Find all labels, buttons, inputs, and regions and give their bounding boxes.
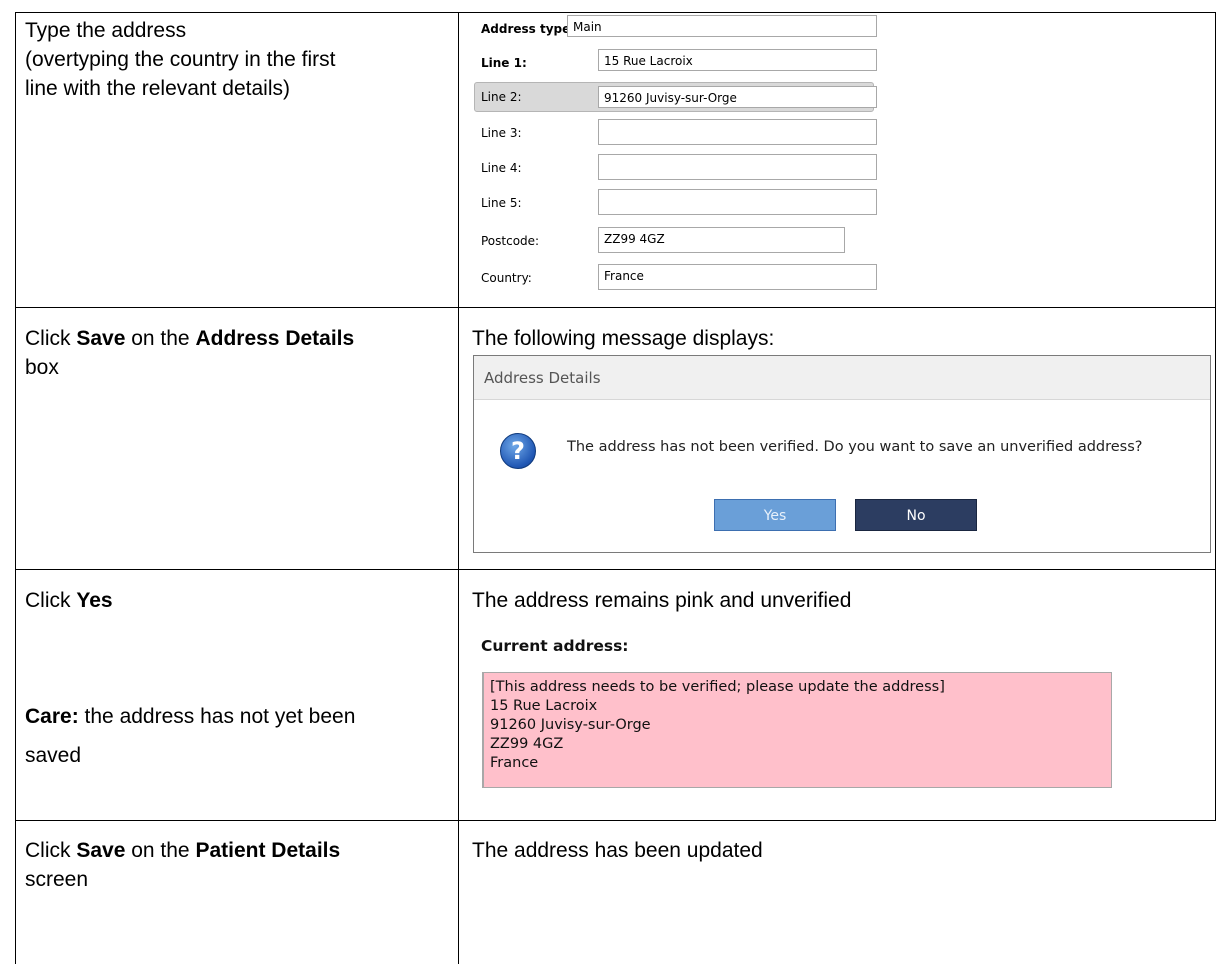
table-border-middle [458,12,459,964]
current-address-heading: Current address: [481,637,629,655]
row3-care-line1: Care: the address has not yet been [25,702,355,731]
address-details-dialog: Address Details ? The address has not be… [473,355,1211,553]
dialog-title: Address Details [474,356,1210,400]
row3-care-text: the address has not yet been [78,705,356,728]
row4-instruction-line1: Click Save on the Patient Details [25,836,340,865]
table-border-row2 [15,569,1215,570]
row3-click-text: Click [25,589,77,612]
address-form: Address type: Main Line 1: 15 Rue Lacroi… [472,14,877,306]
postcode-field[interactable]: ZZ99 4GZ [598,227,845,253]
row4-instruction-line2: screen [25,868,89,891]
row4-on-the-text: on the [125,839,196,862]
yes-button[interactable]: Yes [714,499,836,531]
row3-care-line2: saved [25,744,82,767]
row1-instruction-line1: Type the address [25,19,187,42]
line1-row: Line 1: 15 Rue Lacroix [472,48,877,78]
row4-result: The address has been updated [472,839,763,862]
row2-instruction-line1: Click Save on the Address Details [25,324,354,353]
address-line: France [490,755,539,771]
row2-instruction: Click Save on the Address Details box [25,324,354,382]
table-border-row3 [15,820,1215,821]
table-border-top [15,12,1215,13]
line3-label: Line 3: [481,126,522,140]
no-button[interactable]: No [855,499,977,531]
table-border-row1 [15,307,1215,308]
row3-care-note: Care: the address has not yet been saved [25,702,355,770]
country-label: Country: [481,271,532,285]
dialog-message: The address has not been verified. Do yo… [567,439,1143,455]
line1-field[interactable]: 15 Rue Lacroix [598,49,877,71]
line5-row: Line 5: [472,188,877,218]
address-type-row: Address type: Main [472,14,877,44]
address-type-field[interactable]: Main [567,15,877,37]
row2-result: The following message displays: [472,327,775,350]
address-line: ZZ99 4GZ [490,736,564,752]
address-line: 15 Rue Lacroix [490,698,598,714]
row4-instruction: Click Save on the Patient Details screen [25,836,340,894]
address-type-label: Address type: [481,22,576,36]
line5-label: Line 5: [481,196,522,210]
row2-address-details-text: Address Details [195,327,355,350]
line3-row: Line 3: [472,118,877,148]
line1-label: Line 1: [481,56,527,70]
row2-save-text: Save [76,327,126,350]
current-address-box[interactable]: [This address needs to be verified; plea… [482,672,1112,788]
row1-instruction: Type the address (overtyping the country… [25,16,335,103]
table-border-right-lower [1215,569,1216,821]
row3-yes-text: Yes [76,589,113,612]
line5-field[interactable] [598,189,877,215]
row1-instruction-line2: (overtyping the country in the first [25,48,336,71]
country-field[interactable]: France [598,264,877,290]
row3-result: The address remains pink and unverified [472,589,852,612]
line2-field[interactable]: 91260 Juvisy-sur-Orge [598,86,877,108]
row1-instruction-line3: line with the relevant details) [25,77,290,100]
row2-instruction-line2: box [25,356,59,379]
table-border-left [15,12,16,964]
line2-label: Line 2: [481,90,522,104]
address-line: [This address needs to be verified; plea… [490,679,945,695]
row3-instruction: Click Yes [25,586,113,615]
row3-instruction-line1: Click Yes [25,586,113,615]
line4-label: Line 4: [481,161,522,175]
table-border-right [1215,12,1216,570]
line4-field[interactable] [598,154,877,180]
line3-field[interactable] [598,119,877,145]
postcode-row: Postcode: ZZ99 4GZ [472,226,877,256]
row4-patient-details-text: Patient Details [195,839,341,862]
question-icon: ? [500,433,536,469]
country-row: Country: France [472,263,877,293]
postcode-label: Postcode: [481,234,540,248]
row4-save-text: Save [76,839,126,862]
row2-on-the-text: on the [125,327,196,350]
row3-care-label: Care: [25,705,79,728]
address-line: 91260 Juvisy-sur-Orge [490,717,651,733]
row4-click-text: Click [25,839,77,862]
line2-row: Line 2: 91260 Juvisy-sur-Orge [472,82,877,112]
row2-click-text: Click [25,327,77,350]
line4-row: Line 4: [472,153,877,183]
